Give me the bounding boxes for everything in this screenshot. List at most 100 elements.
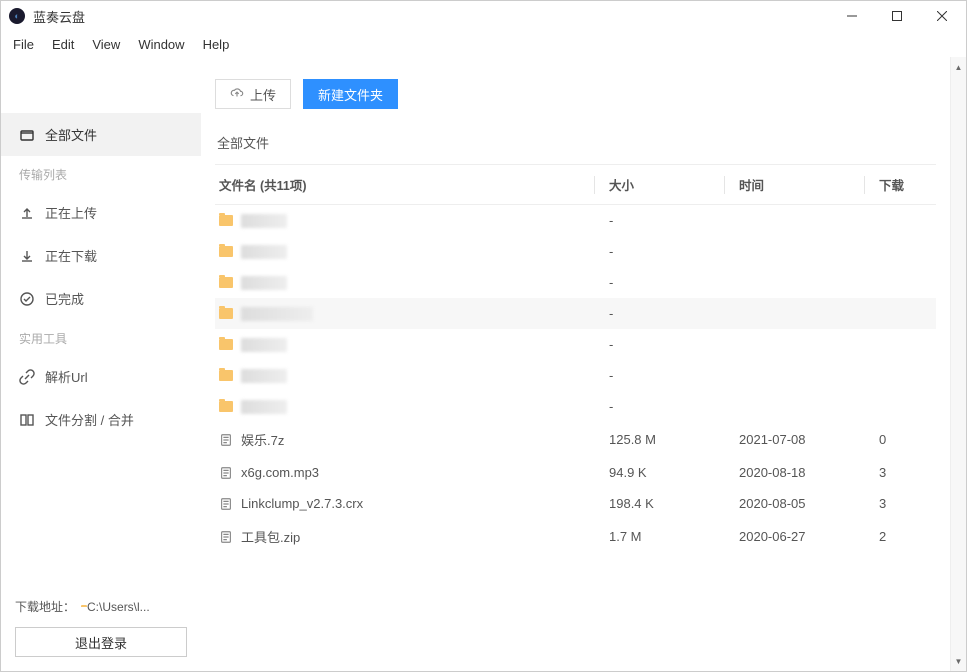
- main-layout: 全部文件 传输列表 正在上传 正在下载 已完成 实用工具 解析Url: [1, 57, 966, 671]
- file-name: [241, 276, 287, 290]
- file-icon: [219, 433, 233, 447]
- sidebar-item-label: 解析Url: [45, 367, 88, 386]
- sidebar-item-all-files[interactable]: 全部文件: [1, 113, 201, 156]
- upload-icon: [19, 205, 35, 221]
- cell-name: Linkclump_v2.7.3.crx: [219, 496, 594, 511]
- close-button[interactable]: [919, 1, 964, 31]
- menu-help[interactable]: Help: [195, 34, 238, 55]
- folder-icon: [219, 246, 233, 257]
- upload-button[interactable]: 上传: [215, 79, 291, 109]
- menubar: File Edit View Window Help: [1, 31, 966, 57]
- col-header-time[interactable]: 时间: [739, 175, 864, 194]
- sidebar-item-label: 正在下载: [45, 246, 97, 265]
- sidebar-item-label: 正在上传: [45, 203, 97, 222]
- upload-button-label: 上传: [250, 85, 276, 104]
- link-icon: [19, 369, 35, 385]
- maximize-button[interactable]: [874, 1, 919, 31]
- cell-download: 3: [879, 465, 932, 480]
- folder-icon: [219, 401, 233, 412]
- window-controls: [829, 1, 964, 31]
- sidebar-item-label: 已完成: [45, 289, 84, 308]
- scroll-up-arrow[interactable]: ▲: [951, 59, 967, 75]
- cell-size: 1.7 M: [609, 529, 724, 544]
- file-name: 娱乐.7z: [241, 430, 284, 449]
- scroll-down-arrow[interactable]: ▼: [951, 653, 967, 669]
- vertical-scrollbar[interactable]: ▲ ▼: [950, 57, 966, 671]
- cell-size: -: [609, 399, 724, 414]
- cell-download: 2: [879, 529, 932, 544]
- titlebar-left: ◐ 蓝奏云盘: [9, 7, 85, 26]
- cell-name: [219, 338, 594, 352]
- col-header-download[interactable]: 下载: [879, 175, 932, 194]
- sidebar-item-file-split[interactable]: 文件分割 / 合并: [1, 398, 201, 441]
- cell-size: 125.8 M: [609, 432, 724, 447]
- menu-view[interactable]: View: [84, 34, 128, 55]
- cell-size: -: [609, 244, 724, 259]
- sidebar-item-uploading[interactable]: 正在上传: [1, 191, 201, 234]
- folder-icon: [19, 127, 35, 143]
- table-row[interactable]: 娱乐.7z125.8 M2021-07-080: [215, 422, 936, 457]
- cell-time: 2020-08-18: [739, 465, 864, 480]
- col-header-size[interactable]: 大小: [609, 175, 724, 194]
- file-icon: [219, 466, 233, 480]
- sidebar-section-tools: 实用工具: [1, 320, 201, 355]
- cell-name: [219, 276, 594, 290]
- table-body: -------娱乐.7z125.8 M2021-07-080x6g.com.mp…: [215, 205, 936, 671]
- cell-name: [219, 245, 594, 259]
- download-icon: [19, 248, 35, 264]
- table-row[interactable]: -: [215, 267, 936, 298]
- content: 上传 新建文件夹 全部文件 文件名 (共11项) 大小 时间 下载 - - - - - -…: [201, 57, 966, 671]
- sidebar-item-label: 全部文件: [45, 125, 97, 144]
- folder-icon: [219, 370, 233, 381]
- sidebar-item-completed[interactable]: 已完成: [1, 277, 201, 320]
- cell-download: 0: [879, 432, 932, 447]
- cell-size: -: [609, 368, 724, 383]
- folder-icon: [219, 215, 233, 226]
- cell-size: -: [609, 306, 724, 321]
- folder-icon: [219, 339, 233, 350]
- menu-window[interactable]: Window: [130, 34, 192, 55]
- cell-name: [219, 400, 594, 414]
- file-name: x6g.com.mp3: [241, 465, 319, 480]
- split-icon: [19, 412, 35, 428]
- app-icon: ◐: [9, 8, 25, 24]
- cell-name: [219, 307, 594, 321]
- file-icon: [219, 530, 233, 544]
- table-row[interactable]: -: [215, 329, 936, 360]
- table-row[interactable]: -: [215, 236, 936, 267]
- table-row[interactable]: 工具包.zip1.7 M2020-06-272: [215, 519, 936, 554]
- file-name: [241, 338, 287, 352]
- minimize-button[interactable]: [829, 1, 874, 31]
- cell-name: 工具包.zip: [219, 527, 594, 546]
- col-header-name[interactable]: 文件名 (共11项): [219, 175, 594, 194]
- folder-icon: [219, 277, 233, 288]
- download-path-value: C:\Users\l...: [87, 600, 150, 614]
- cell-name: 娱乐.7z: [219, 430, 594, 449]
- table-row[interactable]: -: [215, 298, 936, 329]
- menu-edit[interactable]: Edit: [44, 34, 82, 55]
- titlebar: ◐ 蓝奏云盘: [1, 1, 966, 31]
- table-row[interactable]: -: [215, 205, 936, 236]
- sidebar-item-downloading[interactable]: 正在下载: [1, 234, 201, 277]
- cell-size: 94.9 K: [609, 465, 724, 480]
- table-row[interactable]: x6g.com.mp3 94.9 K 2020-08-18 3: [215, 457, 936, 488]
- sidebar-item-parse-url[interactable]: 解析Url: [1, 355, 201, 398]
- download-path-row[interactable]: 下载地址： C:\Users\l...: [15, 598, 187, 615]
- file-name: [241, 400, 287, 414]
- app-title: 蓝奏云盘: [33, 7, 85, 26]
- sidebar-footer: 下载地址： C:\Users\l... 退出登录: [1, 588, 201, 671]
- table-row[interactable]: -: [215, 391, 936, 422]
- table-row[interactable]: Linkclump_v2.7.3.crx198.4 K2020-08-053: [215, 488, 936, 519]
- file-name: 工具包.zip: [241, 527, 300, 546]
- logout-button[interactable]: 退出登录: [15, 627, 187, 657]
- table-row[interactable]: -: [215, 360, 936, 391]
- new-folder-button[interactable]: 新建文件夹: [303, 79, 398, 109]
- check-icon: [19, 291, 35, 307]
- breadcrumb[interactable]: 全部文件: [215, 127, 936, 164]
- sidebar: 全部文件 传输列表 正在上传 正在下载 已完成 实用工具 解析Url: [1, 57, 201, 671]
- menu-file[interactable]: File: [5, 34, 42, 55]
- cell-name: [219, 214, 594, 228]
- cell-size: -: [609, 275, 724, 290]
- cell-download: 3: [879, 496, 932, 511]
- file-name: [241, 245, 287, 259]
